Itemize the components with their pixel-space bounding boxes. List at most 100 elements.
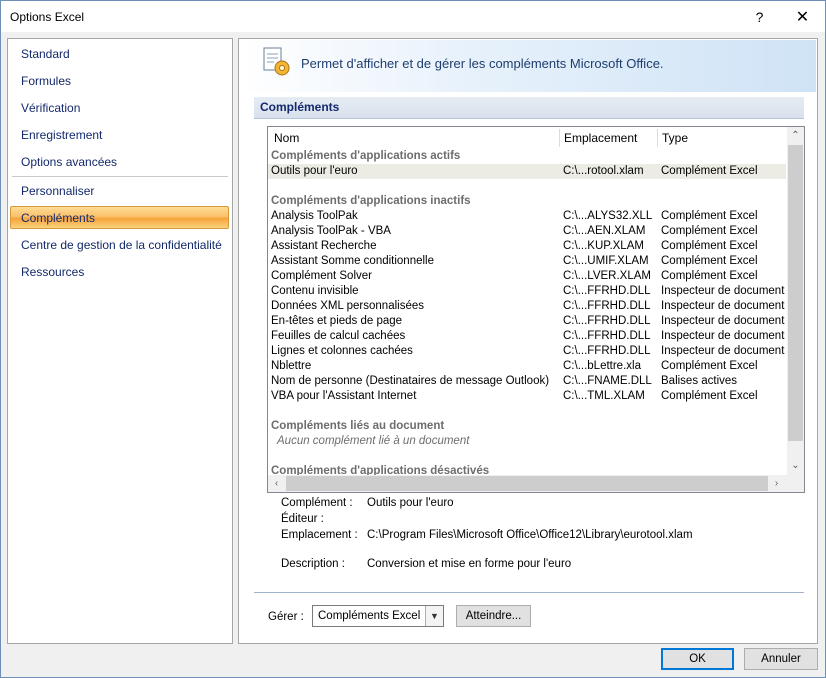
divider: [254, 592, 804, 593]
row-name: Assistant Somme conditionnelle: [271, 255, 434, 267]
section-title: Compléments: [260, 100, 340, 114]
table-row[interactable]: En-têtes et pieds de page C:\...FFRHD.DLL…: [268, 314, 786, 329]
horizontal-scrollbar[interactable]: ‹ ›: [268, 475, 804, 492]
chevron-down-icon[interactable]: ▼: [425, 606, 443, 626]
table-row[interactable]: Nblettre C:\...bLettre.xla Complément Exce…: [268, 359, 786, 374]
row-location: C:\...FFRHD.DLL: [563, 315, 651, 327]
scroll-left-icon[interactable]: ‹: [268, 475, 285, 492]
go-button-label: Atteindre...: [465, 610, 522, 622]
row-type: Inspecteur de document: [661, 300, 785, 312]
row-type: Complément Excel: [661, 210, 758, 222]
row-name: Assistant Recherche: [271, 240, 377, 252]
table-row[interactable]: Assistant Somme conditionnelle C:\...UMIF…: [268, 254, 786, 269]
sidebar: Standard Formules Vérification Enregistr…: [7, 38, 233, 644]
sidebar-item-standard[interactable]: Standard: [21, 44, 70, 64]
row-name: Nom de personne (Destinataires de messag…: [271, 375, 550, 387]
empty-document-note: Aucun complément lié à un document: [277, 435, 470, 447]
detail-complement-label: Complément :: [281, 497, 353, 509]
sidebar-item-personnaliser[interactable]: Personnaliser: [21, 181, 94, 201]
row-name: Nblettre: [271, 360, 312, 372]
scroll-down-icon[interactable]: ⌄: [787, 457, 804, 474]
row-name: Analysis ToolPak - VBA: [271, 225, 391, 237]
scroll-right-icon[interactable]: ›: [768, 475, 785, 492]
row-location: C:\...KUP.XLAM: [563, 240, 644, 252]
group-header-document: Compléments liés au document: [271, 420, 445, 432]
sidebar-item-confidentialite[interactable]: Centre de gestion de la confidentialité: [21, 235, 222, 255]
row-location: C:\...FFRHD.DLL: [563, 300, 651, 312]
detail-emplacement-label: Emplacement :: [281, 529, 358, 541]
go-button[interactable]: Atteindre...: [456, 605, 531, 627]
sidebar-item-complements[interactable]: Compléments: [21, 208, 95, 228]
column-header-type[interactable]: Type: [662, 127, 688, 149]
vertical-scroll-thumb[interactable]: [788, 145, 803, 441]
sidebar-item-options-avancees[interactable]: Options avancées: [21, 152, 117, 172]
table-row[interactable]: Assistant Recherche C:\...KUP.XLAM Complém…: [268, 239, 786, 254]
row-name: Contenu invisible: [271, 285, 359, 297]
sidebar-item-ressources[interactable]: Ressources: [21, 262, 84, 282]
row-location: C:\...FNAME.DLL: [563, 375, 652, 387]
row-type: Inspecteur de document: [661, 345, 785, 357]
sidebar-item-enregistrement[interactable]: Enregistrement: [21, 125, 102, 145]
ok-button[interactable]: OK: [661, 648, 734, 670]
window-title: Options Excel: [10, 10, 85, 24]
section-header: Compléments: [254, 97, 804, 119]
table-row[interactable]: Analysis ToolPak - VBA C:\...AEN.XLAM Comp…: [268, 224, 786, 239]
row-name: En-têtes et pieds de page: [271, 315, 403, 327]
detail-description-value: Conversion et mise en forme pour l'euro: [367, 558, 572, 570]
manage-select-value: Compléments Excel: [318, 610, 421, 622]
manage-select[interactable]: Compléments Excel ▼: [312, 605, 444, 627]
cancel-button-label: Annuler: [761, 653, 801, 665]
row-name: Analysis ToolPak: [271, 210, 358, 222]
ok-button-label: OK: [689, 653, 706, 665]
row-name: Lignes et colonnes cachées: [271, 345, 413, 357]
row-type: Complément Excel: [661, 270, 758, 282]
row-type: Complément Excel: [661, 255, 758, 267]
group-header-inactifs: Compléments d'applications inactifs: [271, 195, 471, 207]
row-location: C:\...TML.XLAM: [563, 390, 645, 402]
column-divider[interactable]: [657, 129, 658, 147]
header-banner: Permet d'afficher et de gérer les complé…: [240, 40, 816, 92]
manage-label: Gérer :: [268, 611, 304, 623]
row-location: C:\...AEN.XLAM: [563, 225, 646, 237]
row-name: Feuilles de calcul cachées: [271, 330, 406, 342]
table-row[interactable]: Complément Solver C:\...LVER.XLAM Compléme…: [268, 269, 786, 284]
table-row[interactable]: VBA pour l'Assistant Internet C:\...TML.X…: [268, 389, 786, 404]
addins-list[interactable]: Nom Emplacement Type Compléments d'appli…: [267, 126, 805, 493]
scroll-up-icon[interactable]: ⌃: [787, 127, 804, 144]
sidebar-divider: [12, 176, 228, 177]
table-row[interactable]: Feuilles de calcul cachées C:\...FFRHD.DL…: [268, 329, 786, 344]
table-row[interactable]: Nom de personne (Destinataires de messag…: [268, 374, 786, 389]
vertical-scrollbar[interactable]: ⌃ ⌄: [787, 127, 804, 475]
row-name: Complément Solver: [271, 270, 372, 282]
row-location: C:\...rotool.xlam: [563, 165, 644, 177]
column-header-nom[interactable]: Nom: [274, 127, 299, 149]
horizontal-scroll-thumb[interactable]: [286, 476, 768, 491]
group-header-actifs: Compléments d'applications actifs: [271, 150, 461, 162]
row-name: Outils pour l'euro: [271, 165, 358, 177]
close-button[interactable]: ✕: [780, 1, 825, 32]
row-type: Inspecteur de document: [661, 285, 785, 297]
row-type: Complément Excel: [661, 390, 758, 402]
detail-emplacement-value: C:\Program Files\Microsoft Office\Office…: [367, 529, 693, 541]
table-row[interactable]: Lignes et colonnes cachées C:\...FFRHD.DL…: [268, 344, 786, 359]
row-location: C:\...LVER.XLAM: [563, 270, 651, 282]
row-type: Complément Excel: [661, 225, 758, 237]
help-button[interactable]: ?: [737, 1, 782, 32]
row-name: VBA pour l'Assistant Internet: [271, 390, 417, 402]
sidebar-item-formules[interactable]: Formules: [21, 71, 71, 91]
row-location: C:\...FFRHD.DLL: [563, 285, 651, 297]
row-location: C:\...UMIF.XLAM: [563, 255, 649, 267]
row-type: Complément Excel: [661, 360, 758, 372]
sidebar-item-verification[interactable]: Vérification: [21, 98, 80, 118]
row-type: Inspecteur de document: [661, 315, 785, 327]
column-divider[interactable]: [559, 129, 560, 147]
column-header-emplacement[interactable]: Emplacement: [564, 127, 637, 149]
table-row[interactable]: Analysis ToolPak C:\...ALYS32.XLL Compléme…: [268, 209, 786, 224]
row-type: Complément Excel: [661, 240, 758, 252]
table-row[interactable]: Données XML personnalisées C:\...FFRHD.DL…: [268, 299, 786, 314]
table-row[interactable]: Contenu invisible C:\...FFRHD.DLL Inspecte…: [268, 284, 786, 299]
table-row[interactable]: Outils pour l'euro C:\...rotool.xlam Com…: [268, 164, 786, 179]
row-type: Balises actives: [661, 375, 738, 387]
cancel-button[interactable]: Annuler: [744, 648, 818, 670]
banner-text: Permet d'afficher et de gérer les complé…: [301, 56, 664, 71]
